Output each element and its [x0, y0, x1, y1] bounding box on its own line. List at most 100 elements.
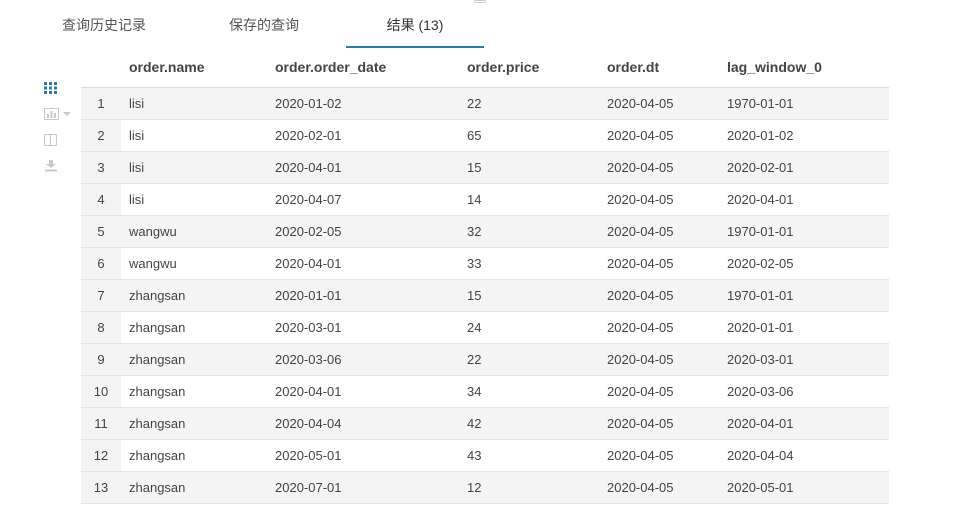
table-cell[interactable]: 15 — [459, 151, 599, 184]
tab-query-history[interactable]: 查询历史记录 — [46, 0, 162, 48]
table-cell[interactable]: 2020-04-05 — [599, 471, 719, 504]
table-cell[interactable]: 43 — [459, 439, 599, 472]
table-row[interactable]: 11 zhangsan 2020-04-04 42 2020-04-05 2020-04-… — [81, 407, 889, 440]
table-cell[interactable]: 2020-04-05 — [599, 151, 719, 184]
table-cell[interactable]: wangwu — [121, 215, 267, 248]
table-cell[interactable]: zhangsan — [121, 375, 267, 408]
table-cell[interactable]: 2020-04-01 — [267, 247, 459, 280]
table-row[interactable]: 5 wangwu 2020-02-05 32 2020-04-05 1970-01-01 — [81, 215, 889, 248]
table-row[interactable]: 9 zhangsan 2020-03-06 22 2020-04-05 2020-03-0… — [81, 343, 889, 376]
table-cell[interactable]: 2020-04-05 — [599, 311, 719, 344]
table-cell[interactable]: zhangsan — [121, 311, 267, 344]
columns-icon[interactable] — [44, 130, 76, 150]
table-cell[interactable]: 2020-04-04 — [719, 439, 889, 472]
table-cell[interactable]: 2020-04-05 — [599, 215, 719, 248]
table-row[interactable]: 8 zhangsan 2020-03-01 24 2020-04-05 2020-01-0… — [81, 311, 889, 344]
table-cell[interactable]: 2020-01-02 — [267, 87, 459, 120]
table-cell[interactable]: 2020-04-01 — [719, 183, 889, 216]
table-cell[interactable]: 2020-04-05 — [599, 375, 719, 408]
table-cell[interactable]: 2020-04-01 — [267, 375, 459, 408]
table-row[interactable]: 3 lisi 2020-04-01 15 2020-04-05 2020-02-01 — [81, 151, 889, 184]
table-cell[interactable]: 22 — [459, 343, 599, 376]
table-cell[interactable]: 1970-01-01 — [719, 215, 889, 248]
table-cell[interactable]: 24 — [459, 311, 599, 344]
grid-icon[interactable] — [44, 78, 76, 98]
table-cell[interactable]: 2020-01-01 — [719, 311, 889, 344]
table-row[interactable]: 4 lisi 2020-04-07 14 2020-04-05 2020-04-01 — [81, 183, 889, 216]
row-number: 8 — [81, 311, 121, 344]
column-header[interactable]: lag_window_0 — [719, 48, 889, 88]
row-number: 10 — [81, 375, 121, 408]
table-cell[interactable]: 2020-04-05 — [599, 343, 719, 376]
table-cell[interactable]: 15 — [459, 279, 599, 312]
table-cell[interactable]: zhangsan — [121, 343, 267, 376]
table-cell[interactable]: zhangsan — [121, 279, 267, 312]
download-icon[interactable] — [44, 156, 76, 176]
table-row[interactable]: 2 lisi 2020-02-01 65 2020-04-05 2020-01-02 — [81, 119, 889, 152]
table-cell[interactable]: 12 — [459, 471, 599, 504]
table-row[interactable]: 7 zhangsan 2020-01-01 15 2020-04-05 1970-01-0… — [81, 279, 889, 312]
column-header[interactable]: order.order_date — [267, 48, 459, 88]
table-cell[interactable]: 2020-04-05 — [599, 439, 719, 472]
table-cell[interactable]: 2020-02-05 — [267, 215, 459, 248]
table-cell[interactable]: 33 — [459, 247, 599, 280]
table-row[interactable]: 12 zhangsan 2020-05-01 43 2020-04-05 2020-04-… — [81, 439, 889, 472]
table-cell[interactable]: 2020-04-04 — [267, 407, 459, 440]
column-header[interactable]: order.name — [121, 48, 267, 88]
table-cell[interactable]: 2020-04-01 — [267, 151, 459, 184]
table-cell[interactable]: 65 — [459, 119, 599, 152]
table-cell[interactable]: 2020-02-01 — [719, 151, 889, 184]
table-cell[interactable]: 2020-04-05 — [599, 87, 719, 120]
results-tabs: 查询历史记录 保存的查询 结果 (13) — [0, 0, 960, 48]
table-cell[interactable]: lisi — [121, 151, 267, 184]
table-cell[interactable]: 1970-01-01 — [719, 87, 889, 120]
table-row[interactable]: 10 zhangsan 2020-04-01 34 2020-04-05 2020-03-… — [81, 375, 889, 408]
table-cell[interactable]: 2020-04-05 — [599, 183, 719, 216]
tab-results[interactable]: 结果 (13) — [346, 0, 484, 48]
table-cell[interactable]: zhangsan — [121, 471, 267, 504]
column-header[interactable]: order.dt — [599, 48, 719, 88]
table-cell[interactable]: 2020-03-01 — [267, 311, 459, 344]
tab-saved-queries[interactable]: 保存的查询 — [212, 0, 316, 48]
row-number: 4 — [81, 183, 121, 216]
table-cell[interactable]: 2020-05-01 — [267, 439, 459, 472]
table-cell[interactable]: 2020-02-05 — [719, 247, 889, 280]
table-cell[interactable]: 2020-04-07 — [267, 183, 459, 216]
table-cell[interactable]: 2020-02-01 — [267, 119, 459, 152]
column-header[interactable]: order.price — [459, 48, 599, 88]
table-cell[interactable]: 42 — [459, 407, 599, 440]
rownum-header — [81, 48, 121, 88]
table-cell[interactable]: 2020-05-01 — [719, 471, 889, 504]
chart-icon[interactable] — [44, 104, 76, 124]
table-cell[interactable]: zhangsan — [121, 407, 267, 440]
table-row[interactable]: 1 lisi 2020-01-02 22 2020-04-05 1970-01-01 — [81, 87, 889, 120]
table-cell[interactable]: 2020-01-02 — [719, 119, 889, 152]
table-cell[interactable]: 2020-04-05 — [599, 119, 719, 152]
table-cell[interactable]: lisi — [121, 119, 267, 152]
row-number: 11 — [81, 407, 121, 440]
table-cell[interactable]: 34 — [459, 375, 599, 408]
table-cell[interactable]: 2020-07-01 — [267, 471, 459, 504]
row-number: 1 — [81, 87, 121, 120]
table-row[interactable]: 13 zhangsan 2020-07-01 12 2020-04-05 2020-05-… — [81, 471, 889, 504]
table-cell[interactable]: 2020-03-01 — [719, 343, 889, 376]
table-cell[interactable]: 2020-03-06 — [719, 375, 889, 408]
table-header-row: order.name order.order_date order.price … — [81, 48, 889, 88]
table-cell[interactable]: 2020-01-01 — [267, 279, 459, 312]
table-cell[interactable]: 32 — [459, 215, 599, 248]
table-cell[interactable]: 1970-01-01 — [719, 279, 889, 312]
table-cell[interactable]: zhangsan — [121, 439, 267, 472]
table-cell[interactable]: 14 — [459, 183, 599, 216]
table-cell[interactable]: lisi — [121, 183, 267, 216]
table-cell[interactable]: 2020-04-05 — [599, 407, 719, 440]
row-number: 5 — [81, 215, 121, 248]
table-cell[interactable]: lisi — [121, 87, 267, 120]
table-cell[interactable]: 2020-04-05 — [599, 279, 719, 312]
table-cell[interactable]: 2020-04-01 — [719, 407, 889, 440]
row-number: 2 — [81, 119, 121, 152]
table-cell[interactable]: 22 — [459, 87, 599, 120]
table-cell[interactable]: wangwu — [121, 247, 267, 280]
table-cell[interactable]: 2020-03-06 — [267, 343, 459, 376]
table-cell[interactable]: 2020-04-05 — [599, 247, 719, 280]
table-row[interactable]: 6 wangwu 2020-04-01 33 2020-04-05 2020-02-05 — [81, 247, 889, 280]
